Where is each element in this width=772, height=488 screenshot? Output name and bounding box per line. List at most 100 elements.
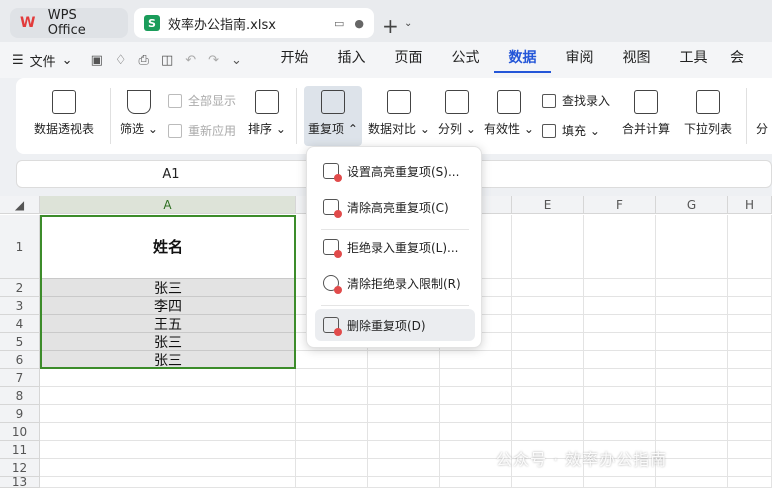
grid-cell[interactable] bbox=[296, 423, 368, 441]
sort-button[interactable]: 排序 ⌄ bbox=[248, 90, 286, 137]
grid-cell[interactable] bbox=[40, 423, 296, 441]
grid-cell[interactable] bbox=[728, 405, 772, 423]
grid-cell[interactable] bbox=[656, 279, 728, 297]
grid-cell[interactable] bbox=[296, 441, 368, 459]
grid-cell[interactable] bbox=[296, 477, 368, 488]
grid-cell[interactable] bbox=[440, 351, 512, 369]
menu-view[interactable]: 视图 bbox=[608, 47, 665, 73]
tab-wps-office[interactable]: W WPS Office bbox=[10, 8, 128, 38]
grid-cell[interactable] bbox=[656, 315, 728, 333]
filter-button[interactable]: 筛选 ⌄ bbox=[120, 90, 158, 137]
grid-cell[interactable] bbox=[656, 333, 728, 351]
grid-cell[interactable] bbox=[656, 215, 728, 279]
grid-cell[interactable] bbox=[512, 315, 584, 333]
grid-cell[interactable] bbox=[40, 441, 296, 459]
column-header-h[interactable]: H bbox=[728, 196, 772, 214]
grid-cell[interactable] bbox=[584, 351, 656, 369]
reapply-button[interactable]: 重新应用 bbox=[168, 122, 236, 139]
hamburger-icon[interactable]: ☰ bbox=[12, 53, 24, 68]
grid-cell[interactable] bbox=[440, 477, 512, 488]
grid-cell[interactable] bbox=[512, 477, 584, 488]
grid-cell[interactable] bbox=[368, 405, 440, 423]
row-header[interactable]: 13 bbox=[0, 475, 40, 488]
select-all-corner[interactable]: ◢ bbox=[0, 196, 40, 214]
column-header-e[interactable]: E bbox=[512, 196, 584, 214]
grid-cell[interactable] bbox=[368, 369, 440, 387]
menu-item-delete-duplicates[interactable]: 删除重复项(D) bbox=[315, 309, 475, 341]
grid-cell[interactable] bbox=[440, 405, 512, 423]
grid-cell[interactable] bbox=[728, 297, 772, 315]
validity-button[interactable]: 有效性 ⌄ bbox=[484, 90, 534, 137]
save-icon[interactable]: ▣ bbox=[91, 53, 103, 68]
grid-cell[interactable] bbox=[512, 215, 584, 279]
grid-cell[interactable] bbox=[512, 387, 584, 405]
column-header-f[interactable]: F bbox=[584, 196, 656, 214]
grid-cell[interactable] bbox=[368, 459, 440, 477]
grid-cell[interactable] bbox=[728, 369, 772, 387]
menu-more-partial[interactable]: 会 bbox=[722, 47, 752, 73]
dropdown-list-button[interactable]: 下拉列表 bbox=[684, 90, 732, 137]
row-header[interactable]: 1 bbox=[0, 215, 40, 279]
row-header[interactable]: 10 bbox=[0, 423, 40, 441]
grid-cell[interactable] bbox=[728, 351, 772, 369]
row-header[interactable]: 7 bbox=[0, 369, 40, 387]
grid-cell[interactable] bbox=[728, 459, 772, 477]
cell-a1-header[interactable]: 姓名 bbox=[40, 215, 296, 279]
tab-active-file[interactable]: S 效率办公指南.xlsx ▭ ● bbox=[134, 8, 374, 38]
grid-cell[interactable] bbox=[296, 405, 368, 423]
new-tab-plus-icon[interactable]: + bbox=[382, 14, 399, 38]
grid-cell[interactable] bbox=[296, 459, 368, 477]
undo-icon[interactable]: ↶ bbox=[185, 53, 196, 68]
chevron-down-icon[interactable]: ⌄ bbox=[404, 18, 412, 29]
column-header-a[interactable]: A bbox=[40, 196, 296, 214]
chevron-down-icon[interactable]: ⌄ bbox=[62, 53, 73, 68]
find-entry-button[interactable]: 查找录入 bbox=[542, 92, 610, 109]
cell-a3[interactable]: 李四 bbox=[40, 297, 296, 315]
grid-cell[interactable] bbox=[656, 369, 728, 387]
name-box[interactable]: A1 bbox=[17, 161, 325, 187]
menu-item-clear-reject-limit[interactable]: 清除拒绝录入限制(R) bbox=[315, 267, 475, 299]
menu-tools[interactable]: 工具 bbox=[665, 47, 722, 73]
grid-cell[interactable] bbox=[656, 297, 728, 315]
menu-item-clear-highlight-duplicates[interactable]: 清除高亮重复项(C) bbox=[315, 191, 475, 223]
row-header[interactable]: 5 bbox=[0, 333, 40, 351]
grid-cell[interactable] bbox=[584, 369, 656, 387]
row-header[interactable]: 8 bbox=[0, 387, 40, 405]
row-header[interactable]: 2 bbox=[0, 279, 40, 297]
dot-icon[interactable]: ● bbox=[354, 17, 364, 30]
grid-cell[interactable] bbox=[728, 387, 772, 405]
grid-cell[interactable] bbox=[728, 315, 772, 333]
grid-cell[interactable] bbox=[584, 423, 656, 441]
grid-cell[interactable] bbox=[368, 387, 440, 405]
cell-a5[interactable]: 张三 bbox=[40, 333, 296, 351]
row-header[interactable]: 4 bbox=[0, 315, 40, 333]
grid-cell[interactable] bbox=[368, 441, 440, 459]
grid-cell[interactable] bbox=[512, 423, 584, 441]
row-header[interactable]: 3 bbox=[0, 297, 40, 315]
grid-cell[interactable] bbox=[40, 477, 296, 488]
grid-cell[interactable] bbox=[584, 315, 656, 333]
menu-formula[interactable]: 公式 bbox=[437, 47, 494, 73]
menu-review[interactable]: 审阅 bbox=[551, 47, 608, 73]
print-preview-icon[interactable]: ◫ bbox=[161, 53, 173, 68]
grid-cell[interactable] bbox=[584, 215, 656, 279]
grid-cell[interactable] bbox=[584, 405, 656, 423]
redo-icon[interactable]: ↷ bbox=[208, 53, 219, 68]
row-header[interactable]: 11 bbox=[0, 441, 40, 459]
pivot-table-button[interactable]: 数据透视表 bbox=[34, 90, 94, 137]
grid-cell[interactable] bbox=[728, 215, 772, 279]
grid-cell[interactable] bbox=[728, 279, 772, 297]
grid-cell[interactable] bbox=[296, 387, 368, 405]
grid-cell[interactable] bbox=[656, 477, 728, 488]
grid-cell[interactable] bbox=[584, 477, 656, 488]
menu-home[interactable]: 开始 bbox=[266, 47, 323, 73]
grid-cell[interactable] bbox=[512, 369, 584, 387]
grid-cell[interactable] bbox=[440, 369, 512, 387]
row-header[interactable]: 6 bbox=[0, 351, 40, 369]
print-icon[interactable]: ⎙ bbox=[139, 53, 149, 68]
cell-a6[interactable]: 张三 bbox=[40, 351, 296, 369]
grid-cell[interactable] bbox=[584, 387, 656, 405]
grid-cell[interactable] bbox=[728, 441, 772, 459]
cell-a2[interactable]: 张三 bbox=[40, 279, 296, 297]
split-column-button[interactable]: 分列 ⌄ bbox=[438, 90, 476, 137]
